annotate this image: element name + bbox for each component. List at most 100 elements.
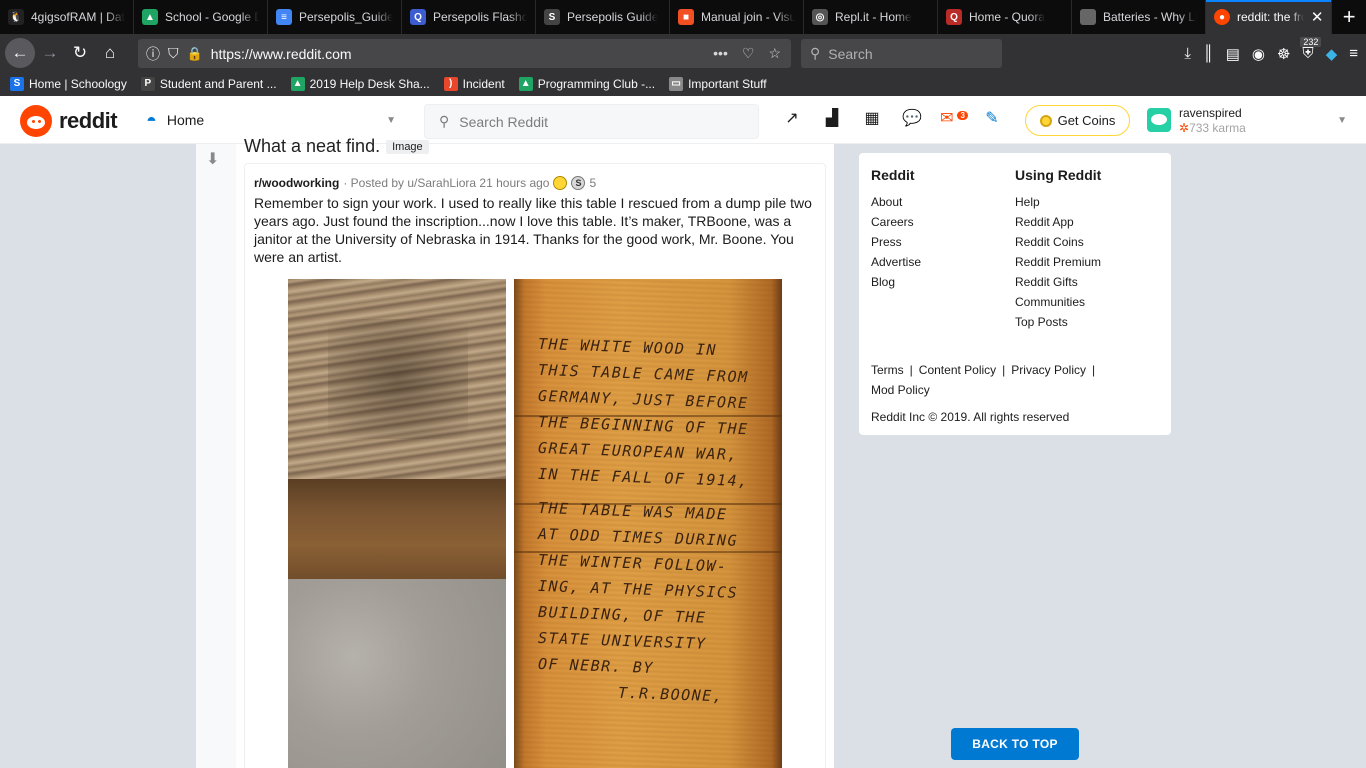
get-coins-button[interactable]: Get Coins (1025, 105, 1130, 136)
menu-icon[interactable]: ≡ (1349, 45, 1358, 62)
mail-icon[interactable]: ✉ 3 (940, 108, 968, 128)
bookmark-icon: S (10, 77, 24, 91)
url-bar[interactable]: ⓘ ⛉ 🔒 https://www.reddit.com ••• ♡ ☆ (138, 39, 791, 68)
back-to-top-button[interactable]: BACK TO TOP (951, 728, 1079, 760)
post-title-text: What a neat find. (244, 136, 381, 156)
extension-2-icon[interactable]: ◆ (1326, 45, 1338, 63)
subreddit-link[interactable]: r/woodworking (254, 176, 339, 190)
footer-link[interactable]: Press (871, 232, 1015, 252)
bookmarks-bar: S Home | Schoology P Student and Parent ...… (0, 72, 1366, 96)
footer-link[interactable]: Top Posts (1015, 312, 1159, 332)
sidebar-icon[interactable]: ▤ (1226, 45, 1240, 63)
forward-button[interactable]: → (35, 38, 65, 68)
tab-favicon-icon: ≡ (276, 9, 292, 25)
tab-reddit-active[interactable]: ● reddit: the front ✕ (1206, 0, 1333, 34)
reddit-search-input[interactable]: ⚲ Search Reddit (424, 104, 759, 139)
karma-icon: ✲ (1179, 121, 1190, 135)
ublock-icon[interactable]: 232 ⛨ (1300, 37, 1322, 62)
browser-tab[interactable]: S Persepolis Guide (536, 0, 670, 34)
footer-link[interactable]: Advertise (871, 252, 1015, 272)
new-tab-button[interactable]: + (1332, 0, 1366, 34)
reddit-links-column: Reddit About Careers Press Advertise Blog (871, 167, 1015, 332)
browser-tab-bar: 🐧 4gigsofRAM | Dat ▲ School - Google D ≡ Pers… (0, 0, 1366, 34)
tab-favicon-icon: ◎ (812, 9, 828, 25)
user-dropdown[interactable]: ravenspired ✲733 karma ▼ (1147, 104, 1347, 136)
mail-badge: 3 (957, 111, 968, 120)
separator: | (1091, 363, 1096, 377)
tab-label: Persepolis Guide (567, 10, 659, 24)
info-icon[interactable]: ⓘ (146, 44, 160, 64)
stain-shadow (328, 319, 468, 439)
footer-link[interactable]: Help (1015, 192, 1159, 212)
home-button[interactable]: ⌂ (95, 38, 125, 68)
close-tab-icon[interactable]: ✕ (1311, 8, 1324, 26)
mod-policy-link[interactable]: Mod Policy (871, 383, 930, 397)
using-reddit-links-column: Using Reddit Help Reddit App Reddit Coins R… (1015, 167, 1159, 332)
bookmark-item[interactable]: ▲ 2019 Help Desk Sha... (290, 77, 430, 91)
table-photo[interactable] (288, 279, 506, 768)
header-icons: ↗ ▟ ▦ 💬 ✉ 3 ✎ (780, 108, 1004, 128)
floor-area (288, 579, 506, 768)
reddit-wordmark: reddit (59, 108, 118, 133)
browser-tab[interactable]: Q Persepolis Flashca (402, 0, 536, 34)
browser-tab[interactable]: Batteries - Why Li (1072, 0, 1206, 34)
footer-link[interactable]: Careers (871, 212, 1015, 232)
browser-tab[interactable]: ▲ School - Google D (134, 0, 268, 34)
post-card[interactable]: ⬇ What a neat find. Image r/woodworking ·… (196, 136, 834, 768)
home-dropdown[interactable]: ◓ Home ▼ (146, 104, 396, 136)
page-actions-icon[interactable]: ••• (713, 45, 728, 62)
back-button[interactable]: ← (5, 38, 35, 68)
url-text[interactable]: https://www.reddit.com (211, 46, 352, 62)
browser-search-input[interactable]: ⚲ Search (801, 39, 1002, 68)
extension-icon[interactable]: ☸ (1277, 45, 1290, 63)
shield-icon[interactable]: ⛉ (168, 45, 179, 62)
reddit-logo[interactable]: reddit (20, 105, 118, 137)
reload-button[interactable]: ↻ (65, 38, 95, 68)
trending-icon[interactable]: ↗ (780, 108, 804, 128)
bookmark-icon: ) (443, 77, 458, 91)
username: ravenspired (1179, 106, 1242, 120)
privacy-policy-link[interactable]: Privacy Policy (1011, 363, 1086, 377)
bookmark-item[interactable]: S Home | Schoology (10, 77, 127, 91)
post-title[interactable]: What a neat find. Image (244, 136, 429, 157)
footer-link[interactable]: Blog (871, 272, 1015, 292)
pocket-icon[interactable]: ♡ (742, 45, 755, 62)
footer-link[interactable]: Reddit App (1015, 212, 1159, 232)
badge-count: 232 (1300, 37, 1322, 47)
inscription-photo[interactable]: THE WHITE WOOD IN THIS TABLE CAME FROM GER… (514, 279, 782, 768)
leaderboard-icon[interactable]: ▟ (820, 108, 844, 128)
footer-link[interactable]: Reddit Premium (1015, 252, 1159, 272)
footer-link[interactable]: Reddit Gifts (1015, 272, 1159, 292)
tab-label: Manual join - Visu (701, 10, 795, 24)
bookmark-star-icon[interactable]: ☆ (768, 45, 781, 62)
terms-link[interactable]: Terms (871, 363, 904, 377)
browser-tab[interactable]: Q Home - Quora (938, 0, 1072, 34)
silver-award-icon: S (571, 176, 586, 190)
tab-favicon-icon: ▲ (142, 9, 158, 25)
footer-link[interactable]: Communities (1015, 292, 1159, 312)
coins-icon[interactable]: ▦ (860, 108, 884, 128)
bookmark-item[interactable]: ) Incident (443, 77, 505, 91)
content-policy-link[interactable]: Content Policy (919, 363, 996, 377)
browser-tab[interactable]: ■ Manual join - Visu (670, 0, 804, 34)
library-icon[interactable]: ║ (1203, 45, 1214, 62)
tab-label: Persepolis Flashca (433, 10, 527, 24)
tab-label: Persepolis_Guide (299, 10, 393, 24)
footer-link[interactable]: Reddit Coins (1015, 232, 1159, 252)
crosspost-card[interactable]: r/woodworking · Posted by u/SarahLiora 2… (244, 163, 826, 768)
search-icon: ⚲ (810, 45, 821, 61)
account-icon[interactable]: ◉ (1252, 45, 1265, 63)
bookmark-item[interactable]: P Student and Parent ... (140, 77, 277, 91)
footer-link[interactable]: About (871, 192, 1015, 212)
browser-tab[interactable]: ≡ Persepolis_Guide (268, 0, 402, 34)
bookmark-label: Important Stuff (688, 77, 767, 91)
chat-icon[interactable]: 💬 (900, 108, 924, 128)
downvote-icon[interactable]: ⬇ (206, 149, 219, 169)
browser-tab[interactable]: ◎ Repl.it - Home (804, 0, 938, 34)
create-post-icon[interactable]: ✎ (980, 108, 1004, 128)
lock-icon: 🔒 (186, 45, 203, 61)
bookmark-item[interactable]: ▭ Important Stuff (669, 77, 767, 91)
browser-tab[interactable]: 🐧 4gigsofRAM | Dat (0, 0, 134, 34)
download-icon[interactable]: ⤓ (1184, 45, 1191, 62)
bookmark-item[interactable]: ▲ Programming Club -... (518, 77, 655, 91)
